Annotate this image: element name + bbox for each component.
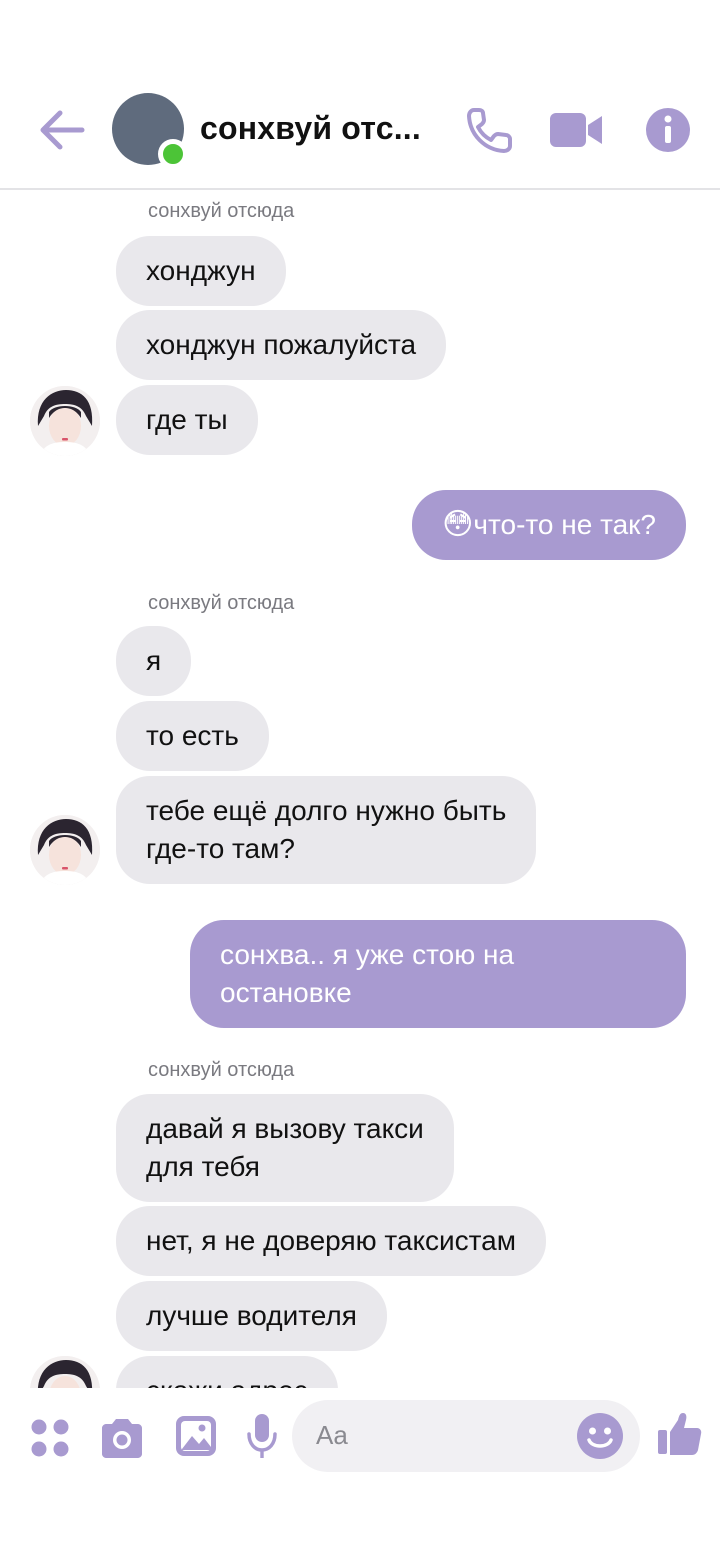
incoming-message[interactable]: то есть xyxy=(116,701,269,771)
chat-header: сонхвуй отс... xyxy=(0,0,720,190)
arrow-left-icon[interactable] xyxy=(36,108,88,152)
sender-name: сонхвуй отсюда xyxy=(148,200,295,222)
flushed-emoji: 😳 xyxy=(442,508,474,541)
contact-avatar[interactable] xyxy=(112,93,188,169)
avatar-image xyxy=(30,386,100,456)
incoming-message[interactable]: нет, я не доверяю таксистам xyxy=(116,1206,547,1276)
contact-avatar-small[interactable] xyxy=(30,815,100,885)
incoming-message[interactable]: лучше водителя xyxy=(116,1281,387,1351)
message-line: где-то там? xyxy=(146,833,295,864)
message-line: для тебя xyxy=(146,1151,260,1182)
message-composer: Aa xyxy=(0,1388,720,1488)
smiley-icon[interactable] xyxy=(576,1412,624,1460)
message-line: давай я вызову такси xyxy=(146,1113,424,1144)
incoming-message[interactable]: я xyxy=(116,626,192,696)
incoming-message[interactable]: давай я вызову такси для тебя xyxy=(116,1094,454,1202)
input-placeholder: Aa xyxy=(316,1420,348,1450)
message-line: остановке xyxy=(220,977,352,1008)
sender-name: сонхвуй отсюда xyxy=(148,1059,295,1081)
phone-icon[interactable] xyxy=(464,104,516,156)
online-status-dot xyxy=(158,139,188,169)
image-icon[interactable] xyxy=(174,1414,218,1458)
incoming-message[interactable]: где ты xyxy=(116,385,258,455)
thumbs-up-icon[interactable] xyxy=(656,1410,704,1458)
incoming-message[interactable]: хонджун пожалуйста xyxy=(116,310,447,380)
avatar-image xyxy=(30,815,100,885)
outgoing-message[interactable]: 😳что-то не так? xyxy=(412,490,686,560)
outgoing-message[interactable]: сонхва.. я уже стою на остановке xyxy=(190,920,686,1028)
camera-icon[interactable] xyxy=(98,1416,146,1460)
contact-avatar-small[interactable] xyxy=(30,386,100,456)
apps-icon[interactable] xyxy=(30,1418,70,1458)
message-line: сонхва.. я уже стою на xyxy=(220,939,515,970)
message-input[interactable]: Aa xyxy=(292,1400,640,1472)
incoming-message[interactable]: хонджун xyxy=(116,236,286,306)
message-line: тебе ещё долго нужно быть xyxy=(146,795,507,826)
incoming-message[interactable]: тебе ещё долго нужно быть где-то там? xyxy=(116,776,537,884)
message-text: что-то не так? xyxy=(473,509,656,540)
info-icon[interactable] xyxy=(644,104,692,156)
video-camera-icon[interactable] xyxy=(548,104,604,156)
sender-name: сонхвуй отсюда xyxy=(148,592,295,614)
microphone-icon[interactable] xyxy=(246,1412,278,1462)
contact-name[interactable]: сонхвуй отс... xyxy=(200,110,421,147)
